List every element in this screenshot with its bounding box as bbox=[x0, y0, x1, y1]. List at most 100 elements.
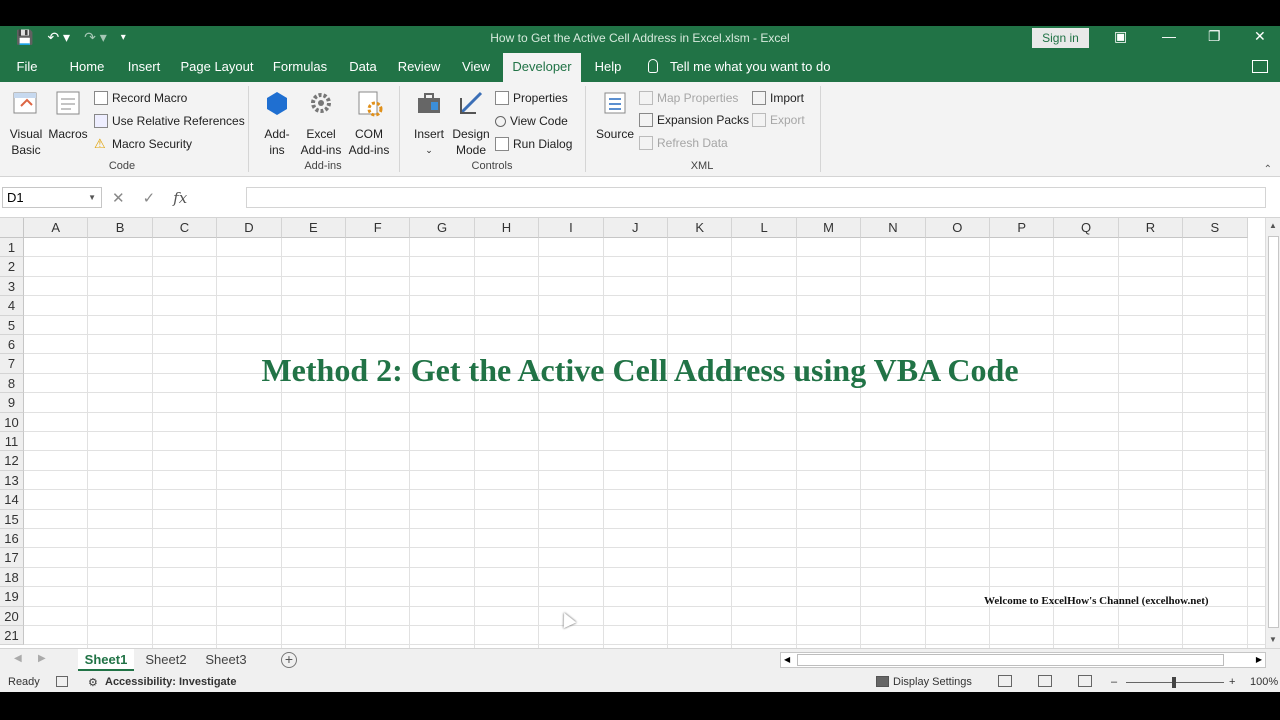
scroll-down-icon[interactable]: ▼ bbox=[1269, 635, 1277, 644]
accessibility-status[interactable]: Accessibility: Investigate bbox=[105, 676, 236, 688]
row-header-15[interactable]: 15 bbox=[0, 509, 24, 529]
tab-help[interactable]: Help bbox=[588, 53, 628, 82]
column-header-r[interactable]: R bbox=[1118, 218, 1184, 238]
zoom-in-icon[interactable]: + bbox=[1229, 676, 1235, 688]
row-header-5[interactable]: 5 bbox=[0, 315, 24, 335]
column-header-e[interactable]: E bbox=[281, 218, 346, 238]
design-mode-button[interactable]: Design Mode bbox=[450, 88, 492, 158]
add-ins-button[interactable]: Add- ins bbox=[258, 88, 296, 158]
scroll-right-icon[interactable]: ▶ bbox=[1256, 655, 1262, 664]
sheet-tab-sheet2[interactable]: Sheet2 bbox=[138, 649, 194, 671]
column-header-d[interactable]: D bbox=[217, 218, 282, 238]
row-header-9[interactable]: 9 bbox=[0, 393, 24, 413]
zoom-level[interactable]: 100% bbox=[1250, 676, 1278, 688]
tab-file[interactable]: File bbox=[8, 53, 46, 82]
row-header-10[interactable]: 10 bbox=[0, 412, 24, 432]
tab-home[interactable]: Home bbox=[62, 53, 112, 82]
macro-security-button[interactable]: ⚠ Macro Security bbox=[94, 135, 192, 153]
row-header-12[interactable]: 12 bbox=[0, 451, 24, 471]
run-dialog-button[interactable]: Run Dialog bbox=[495, 135, 572, 153]
page-break-view-icon[interactable] bbox=[1078, 675, 1092, 687]
worksheet-grid[interactable]: A B C D E F G H I J K L M N O P Q R S 1 2 3 4 5 6 7 8 9 10 11 12 13 14 15… bbox=[0, 218, 1265, 648]
tell-me-search[interactable]: Tell me what you want to do bbox=[648, 53, 830, 82]
ribbon-display-icon[interactable]: ▣ bbox=[1114, 28, 1127, 45]
sign-in-button[interactable]: Sign in bbox=[1032, 28, 1089, 48]
select-all-corner[interactable] bbox=[0, 218, 24, 238]
column-header-g[interactable]: G bbox=[410, 218, 475, 238]
column-header-k[interactable]: K bbox=[668, 218, 733, 238]
horizontal-scrollbar[interactable]: ◀ ▶ bbox=[780, 652, 1266, 668]
vertical-scrollbar[interactable]: ▲ ▼ bbox=[1265, 218, 1280, 648]
normal-view-icon[interactable] bbox=[998, 675, 1012, 687]
formula-input[interactable] bbox=[246, 187, 1266, 208]
row-header-3[interactable]: 3 bbox=[0, 276, 24, 297]
comments-icon[interactable] bbox=[1252, 60, 1268, 73]
tab-insert[interactable]: Insert bbox=[122, 53, 166, 82]
import-button[interactable]: Import bbox=[752, 89, 804, 107]
column-header-p[interactable]: P bbox=[990, 218, 1055, 238]
excel-add-ins-button[interactable]: Excel Add-ins bbox=[298, 88, 344, 158]
com-add-ins-button[interactable]: COM Add-ins bbox=[346, 88, 392, 158]
zoom-out-icon[interactable]: – bbox=[1111, 676, 1117, 688]
column-header-m[interactable]: M bbox=[796, 218, 862, 238]
record-macro-button[interactable]: Record Macro bbox=[94, 89, 187, 107]
restore-icon[interactable]: ❐ bbox=[1208, 28, 1221, 45]
column-header-a[interactable]: A bbox=[24, 218, 89, 238]
row-header-17[interactable]: 17 bbox=[0, 548, 24, 568]
accessibility-icon[interactable]: ⚙ bbox=[88, 676, 98, 689]
row-header-16[interactable]: 16 bbox=[0, 529, 24, 549]
column-header-o[interactable]: O bbox=[925, 218, 990, 238]
column-header-q[interactable]: Q bbox=[1054, 218, 1119, 238]
export-button[interactable]: Export bbox=[752, 111, 805, 129]
minimize-icon[interactable]: — bbox=[1162, 28, 1176, 44]
use-relative-references-button[interactable]: Use Relative References bbox=[94, 112, 245, 130]
tab-review[interactable]: Review bbox=[394, 53, 444, 82]
column-header-j[interactable]: J bbox=[603, 218, 668, 238]
collapse-ribbon-icon[interactable]: ⌃ bbox=[1264, 164, 1272, 175]
row-header-18[interactable]: 18 bbox=[0, 567, 24, 588]
map-properties-button[interactable]: Map Properties bbox=[639, 89, 738, 107]
cancel-icon[interactable]: ✕ bbox=[112, 189, 125, 207]
row-header-11[interactable]: 11 bbox=[0, 432, 24, 452]
column-header-b[interactable]: B bbox=[88, 218, 153, 238]
column-header-l[interactable]: L bbox=[732, 218, 797, 238]
view-code-button[interactable]: View Code bbox=[495, 112, 568, 130]
name-box[interactable]: D1 ▼ bbox=[2, 187, 102, 208]
display-settings-button[interactable]: Display Settings bbox=[893, 676, 972, 688]
column-header-n[interactable]: N bbox=[861, 218, 926, 238]
column-header-i[interactable]: I bbox=[539, 218, 604, 238]
macro-recording-icon[interactable] bbox=[56, 676, 68, 687]
row-header-4[interactable]: 4 bbox=[0, 296, 24, 316]
page-layout-view-icon[interactable] bbox=[1038, 675, 1052, 687]
sheet-tab-sheet3[interactable]: Sheet3 bbox=[198, 649, 254, 671]
row-header-1[interactable]: 1 bbox=[0, 238, 24, 258]
insert-control-button[interactable]: Insert ⌄ bbox=[410, 88, 448, 158]
close-icon[interactable]: ✕ bbox=[1254, 28, 1266, 45]
row-header-21[interactable]: 21 bbox=[0, 626, 24, 646]
enter-icon[interactable]: ✓ bbox=[143, 189, 156, 207]
tab-page-layout[interactable]: Page Layout bbox=[178, 53, 256, 82]
add-sheet-icon[interactable]: + bbox=[281, 652, 297, 668]
sheet-tab-sheet1[interactable]: Sheet1 bbox=[78, 649, 134, 671]
visual-basic-button[interactable]: Visual Basic bbox=[6, 88, 46, 158]
row-header-20[interactable]: 20 bbox=[0, 606, 24, 626]
refresh-data-button[interactable]: Refresh Data bbox=[639, 134, 728, 152]
column-header-f[interactable]: F bbox=[346, 218, 411, 238]
next-sheet-icon[interactable]: ▶ bbox=[38, 653, 46, 664]
scroll-up-icon[interactable]: ▲ bbox=[1269, 221, 1277, 230]
column-header-h[interactable]: H bbox=[474, 218, 540, 238]
column-header-c[interactable]: C bbox=[152, 218, 218, 238]
row-header-19[interactable]: 19 bbox=[0, 587, 24, 607]
scroll-left-icon[interactable]: ◀ bbox=[784, 655, 790, 664]
zoom-slider-thumb[interactable] bbox=[1172, 677, 1176, 688]
vertical-scroll-thumb[interactable] bbox=[1268, 236, 1279, 628]
row-header-14[interactable]: 14 bbox=[0, 490, 24, 510]
properties-button[interactable]: Properties bbox=[495, 89, 568, 107]
tab-formulas[interactable]: Formulas bbox=[268, 53, 332, 82]
expansion-packs-button[interactable]: Expansion Packs bbox=[639, 111, 749, 129]
tab-view[interactable]: View bbox=[456, 53, 496, 82]
tab-developer[interactable]: Developer bbox=[503, 53, 581, 82]
row-header-13[interactable]: 13 bbox=[0, 470, 24, 491]
column-header-s[interactable]: S bbox=[1183, 218, 1248, 238]
tab-data[interactable]: Data bbox=[342, 53, 384, 82]
